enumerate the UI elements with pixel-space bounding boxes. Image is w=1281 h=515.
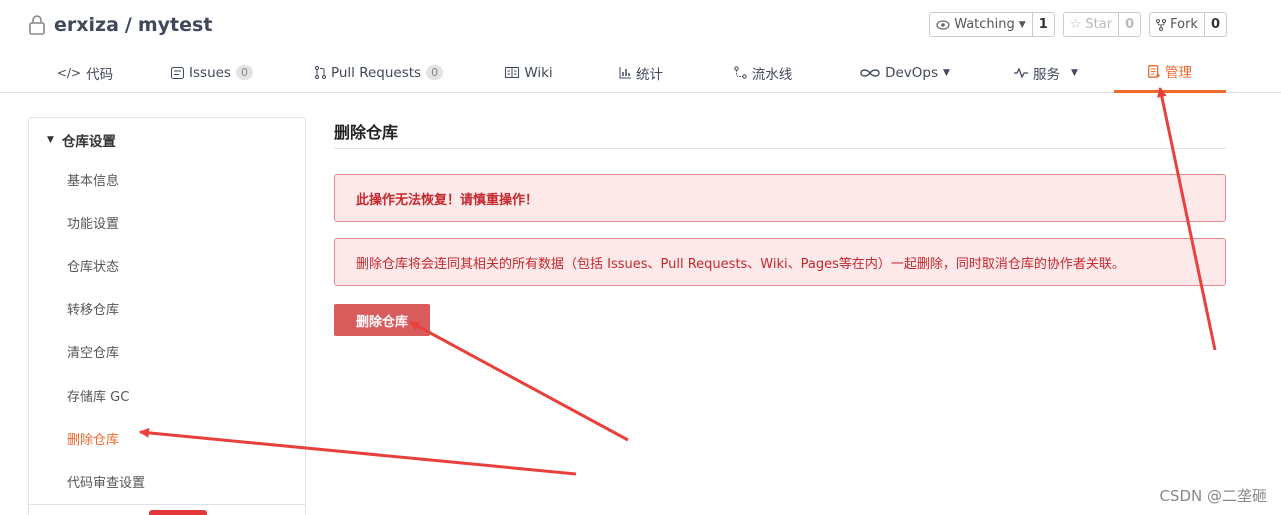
sidebar-divider [29,504,305,505]
issues-icon [171,66,185,79]
lock-icon [29,15,45,35]
sidebar-item-code-review[interactable]: 代码审查设置 [67,472,145,491]
repo-title: erxiza / mytest [28,10,212,40]
sidebar-badge [149,510,207,515]
settings-sidebar: ▼ 仓库设置 基本信息 功能设置 仓库状态 转移仓库 清空仓库 存储库 GC 删… [28,117,306,515]
eye-icon [936,19,950,30]
sidebar-item-features[interactable]: 功能设置 [67,213,119,232]
caret-down-icon: ▼ [47,135,54,145]
tab-label: 流水线 [751,66,793,83]
caret-down-icon: ▼ [1018,19,1026,30]
tab-label: 代码 [86,66,114,83]
manage-icon [1148,64,1160,78]
sidebar-item-clear[interactable]: 清空仓库 [67,342,119,361]
tab-pipeline[interactable]: 流水线 [722,52,804,93]
sidebar-heading: 仓库设置 [61,134,116,150]
repo-tabs: </> 代码 Issues 0 Pull Requests 0 Wiki 统计 … [0,52,1281,93]
watch-count[interactable]: 1 [1031,13,1054,36]
sidebar-item-basic-info[interactable]: 基本信息 [67,170,119,189]
description-text: 删除仓库将会连同其相关的所有数据（包括 Issues、Pull Requests… [356,256,1125,272]
fork-count[interactable]: 0 [1203,13,1226,36]
fork-icon [1156,18,1167,31]
star-button-group: ☆ Star 0 [1062,12,1142,37]
fork-button-group: Fork 0 [1149,12,1227,37]
issues-count-badge: 0 [235,65,253,80]
tab-stats[interactable]: 统计 [604,52,678,93]
tab-label: DevOps [885,64,938,81]
tab-wiki[interactable]: Wiki [490,52,568,93]
tab-label: Issues [189,64,231,81]
fork-button[interactable]: Fork [1150,13,1204,36]
watch-label: Watching [954,17,1015,32]
stats-icon [619,66,631,78]
tab-label: 服务 [1033,66,1061,83]
tab-label: Pull Requests [330,64,422,81]
star-label: Star [1085,17,1113,32]
sidebar-item-transfer[interactable]: 转移仓库 [67,299,119,318]
title-divider [334,148,1226,149]
repo-owner-link[interactable]: erxiza [54,14,119,36]
watch-button-group: Watching ▼ 1 [929,12,1055,37]
wiki-icon [505,67,520,78]
sidebar-item-repo-status[interactable]: 仓库状态 [67,256,119,275]
annotation-arrow-delete-button [409,320,629,442]
star-count[interactable]: 0 [1118,13,1140,36]
warning-text: 此操作无法恢复！请慎重操作！ [356,192,539,208]
pull-request-icon [314,66,326,79]
caret-down-icon: ▼ [943,67,950,78]
code-icon: </> [56,65,82,80]
repo-name-link[interactable]: mytest [138,14,213,36]
pipeline-icon [734,66,747,79]
watermark: CSDN @二垄砸 [1159,487,1267,505]
sidebar-section-header[interactable]: ▼ 仓库设置 [47,130,116,150]
sidebar-item-storage-gc[interactable]: 存储库 GC [67,386,129,405]
tab-code[interactable]: </> 代码 [40,52,130,93]
devops-icon [860,68,880,77]
repo-header: erxiza / mytest Watching ▼ 1 ☆ Star 0 Fo… [0,0,1281,93]
tab-pull-requests[interactable]: Pull Requests 0 [306,52,452,93]
tab-devops[interactable]: DevOps ▼ [852,52,958,93]
caret-down-icon: ▼ [1071,67,1078,78]
star-button[interactable]: ☆ Star [1063,13,1119,36]
watch-button[interactable]: Watching ▼ [930,13,1032,36]
tab-label: 管理 [1165,65,1192,81]
delete-repo-button[interactable]: 删除仓库 [334,304,430,336]
sidebar-item-delete[interactable]: 删除仓库 [67,429,119,448]
repo-actions: Watching ▼ 1 ☆ Star 0 Fork 0 [929,12,1227,37]
description-alert: 删除仓库将会连同其相关的所有数据（包括 Issues、Pull Requests… [334,238,1226,286]
page-title: 删除仓库 [334,123,399,142]
star-icon: ☆ [1069,17,1082,32]
service-icon [1014,67,1029,78]
warning-alert: 此操作无法恢复！请慎重操作！ [334,174,1226,222]
pull-requests-count-badge: 0 [426,65,444,80]
tab-label: Wiki [524,64,553,81]
tab-issues[interactable]: Issues 0 [160,52,264,93]
tab-manage[interactable]: 管理 [1114,52,1226,93]
repo-separator: / [124,14,132,36]
tab-service[interactable]: 服务 ▼ [1004,52,1088,93]
fork-label: Fork [1170,17,1198,32]
tab-label: 统计 [636,66,663,83]
